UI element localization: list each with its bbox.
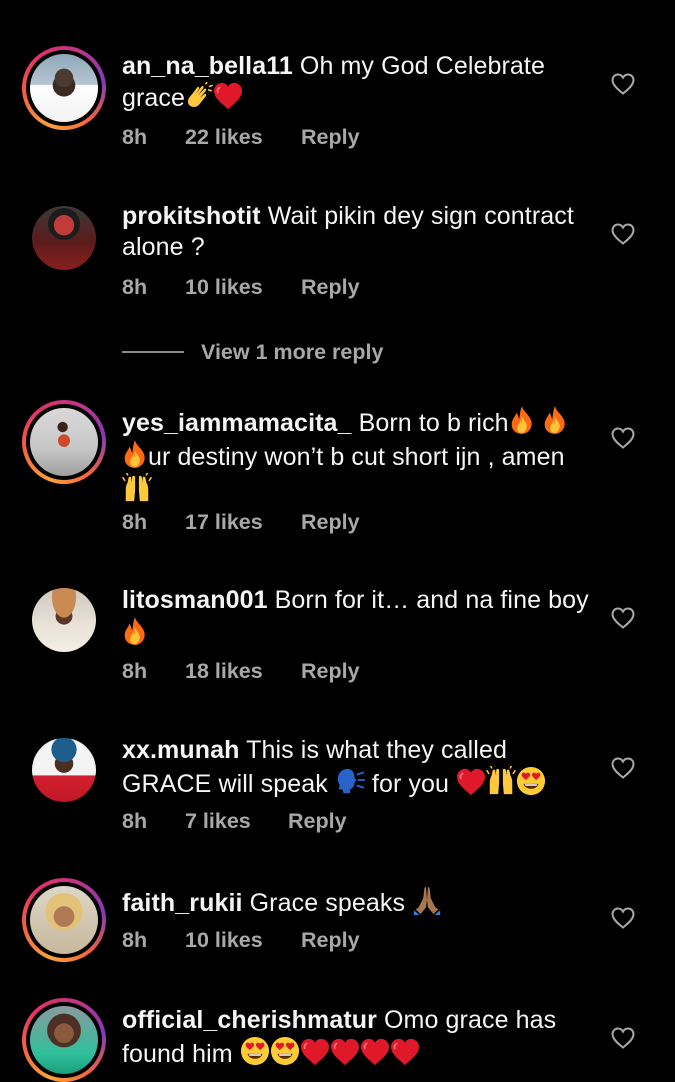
reply-button[interactable]: Reply [301, 125, 360, 150]
avatar-story-ring[interactable] [22, 400, 106, 484]
view-more-replies[interactable]: View 1 more reply [122, 338, 383, 366]
folded-hands-icon [412, 885, 442, 915]
like-heart-icon[interactable] [611, 1027, 635, 1049]
comment-username[interactable]: faith_rukii [122, 889, 243, 917]
raising-hands-icon [122, 473, 152, 503]
comment-text: an_na_bella11 Oh my God Celebrate grace [122, 51, 592, 114]
avatar [32, 738, 96, 802]
comment-body: Born to b rich [358, 409, 509, 437]
comment-username[interactable]: yes_iammamacita_ [122, 409, 352, 437]
heart-eyes-icon [240, 1036, 270, 1066]
reply-button[interactable]: Reply [288, 809, 347, 834]
avatar-wrap[interactable] [22, 196, 106, 280]
comment-body: Born for it… and na fine boy [274, 586, 589, 614]
fire-icon [122, 616, 148, 646]
view-more-replies-label[interactable]: View 1 more reply [201, 340, 383, 365]
clapping-hands-icon [185, 82, 213, 110]
avatar-story-ring[interactable] [22, 46, 106, 130]
comment-body-continued: for you [371, 770, 450, 798]
fire-icon [542, 405, 568, 435]
comment-likes[interactable]: 22 likes [185, 125, 301, 150]
comment-text: litosman001 Born for it… and na fine boy [122, 585, 592, 650]
comment-text: yes_iammamacita_ Born to b rich ur desti… [122, 405, 592, 507]
view-more-divider [122, 351, 184, 353]
red-heart-icon [390, 1038, 420, 1066]
comment-body-continued: ur destiny won’t b cut short ijn , amen [148, 443, 565, 471]
comment-time: 8h [122, 125, 148, 149]
avatar-story-ring[interactable] [22, 998, 106, 1082]
like-heart-icon[interactable] [611, 73, 635, 95]
red-heart-icon [330, 1038, 360, 1066]
avatar [30, 1006, 98, 1074]
reply-button[interactable]: Reply [301, 659, 360, 684]
red-heart-icon [213, 82, 243, 110]
comment-text: faith_rukii Grace speaks [122, 885, 592, 919]
comment-text: prokitshotit Wait pikin dey sign contrac… [122, 201, 592, 263]
red-heart-icon [456, 768, 486, 796]
comment-text: xx.munah This is what they called GRACE … [122, 735, 592, 800]
comment-time: 8h [122, 510, 148, 534]
like-heart-icon[interactable] [611, 757, 635, 779]
comment-likes[interactable]: 17 likes [185, 510, 301, 535]
comment-username[interactable]: litosman001 [122, 586, 268, 614]
red-heart-icon [360, 1038, 390, 1066]
comment-likes[interactable]: 10 likes [185, 275, 301, 300]
speaking-head-icon [335, 766, 365, 796]
fire-icon [509, 405, 535, 435]
comment-username[interactable]: an_na_bella11 [122, 52, 293, 80]
like-heart-icon[interactable] [611, 607, 635, 629]
like-heart-icon[interactable] [611, 427, 635, 449]
comment-username[interactable]: official_cherishmatur [122, 1006, 377, 1034]
comment-meta: 8h 10 likes Reply [122, 275, 360, 300]
comment-text: official_cherishmatur Omo grace has foun… [122, 1005, 592, 1070]
comment-body: Grace speaks [249, 889, 406, 917]
comment-time: 8h [122, 659, 148, 683]
avatar-wrap[interactable] [22, 578, 106, 662]
fire-icon [122, 439, 148, 469]
avatar [30, 408, 98, 476]
avatar [32, 206, 96, 270]
avatar [30, 886, 98, 954]
comment-likes[interactable]: 18 likes [185, 659, 301, 684]
like-heart-icon[interactable] [611, 223, 635, 245]
reply-button[interactable]: Reply [301, 928, 360, 953]
avatar [32, 588, 96, 652]
avatar-wrap[interactable] [22, 728, 106, 812]
comment-meta: 8h 22 likes Reply [122, 125, 360, 150]
comment-time: 8h [122, 928, 148, 952]
comment-likes[interactable]: 10 likes [185, 928, 301, 953]
raising-hands-icon [486, 766, 516, 796]
comment-meta: 8h 18 likes Reply [122, 659, 360, 684]
reply-button[interactable]: Reply [301, 275, 360, 300]
reply-button[interactable]: Reply [301, 510, 360, 535]
avatar-story-ring[interactable] [22, 878, 106, 962]
comment-likes[interactable]: 7 likes [185, 809, 288, 834]
comment-meta: 8h 7 likes Reply [122, 809, 347, 834]
comment-time: 8h [122, 275, 148, 299]
comment-username[interactable]: prokitshotit [122, 202, 261, 230]
comment-meta: 8h 10 likes Reply [122, 928, 360, 953]
comment-meta: 8h 17 likes Reply [122, 510, 360, 535]
heart-eyes-icon [516, 766, 546, 796]
red-heart-icon [300, 1038, 330, 1066]
comment-time: 8h [122, 809, 148, 833]
like-heart-icon[interactable] [611, 907, 635, 929]
avatar [30, 54, 98, 122]
comment-username[interactable]: xx.munah [122, 736, 240, 764]
heart-eyes-icon [270, 1036, 300, 1066]
